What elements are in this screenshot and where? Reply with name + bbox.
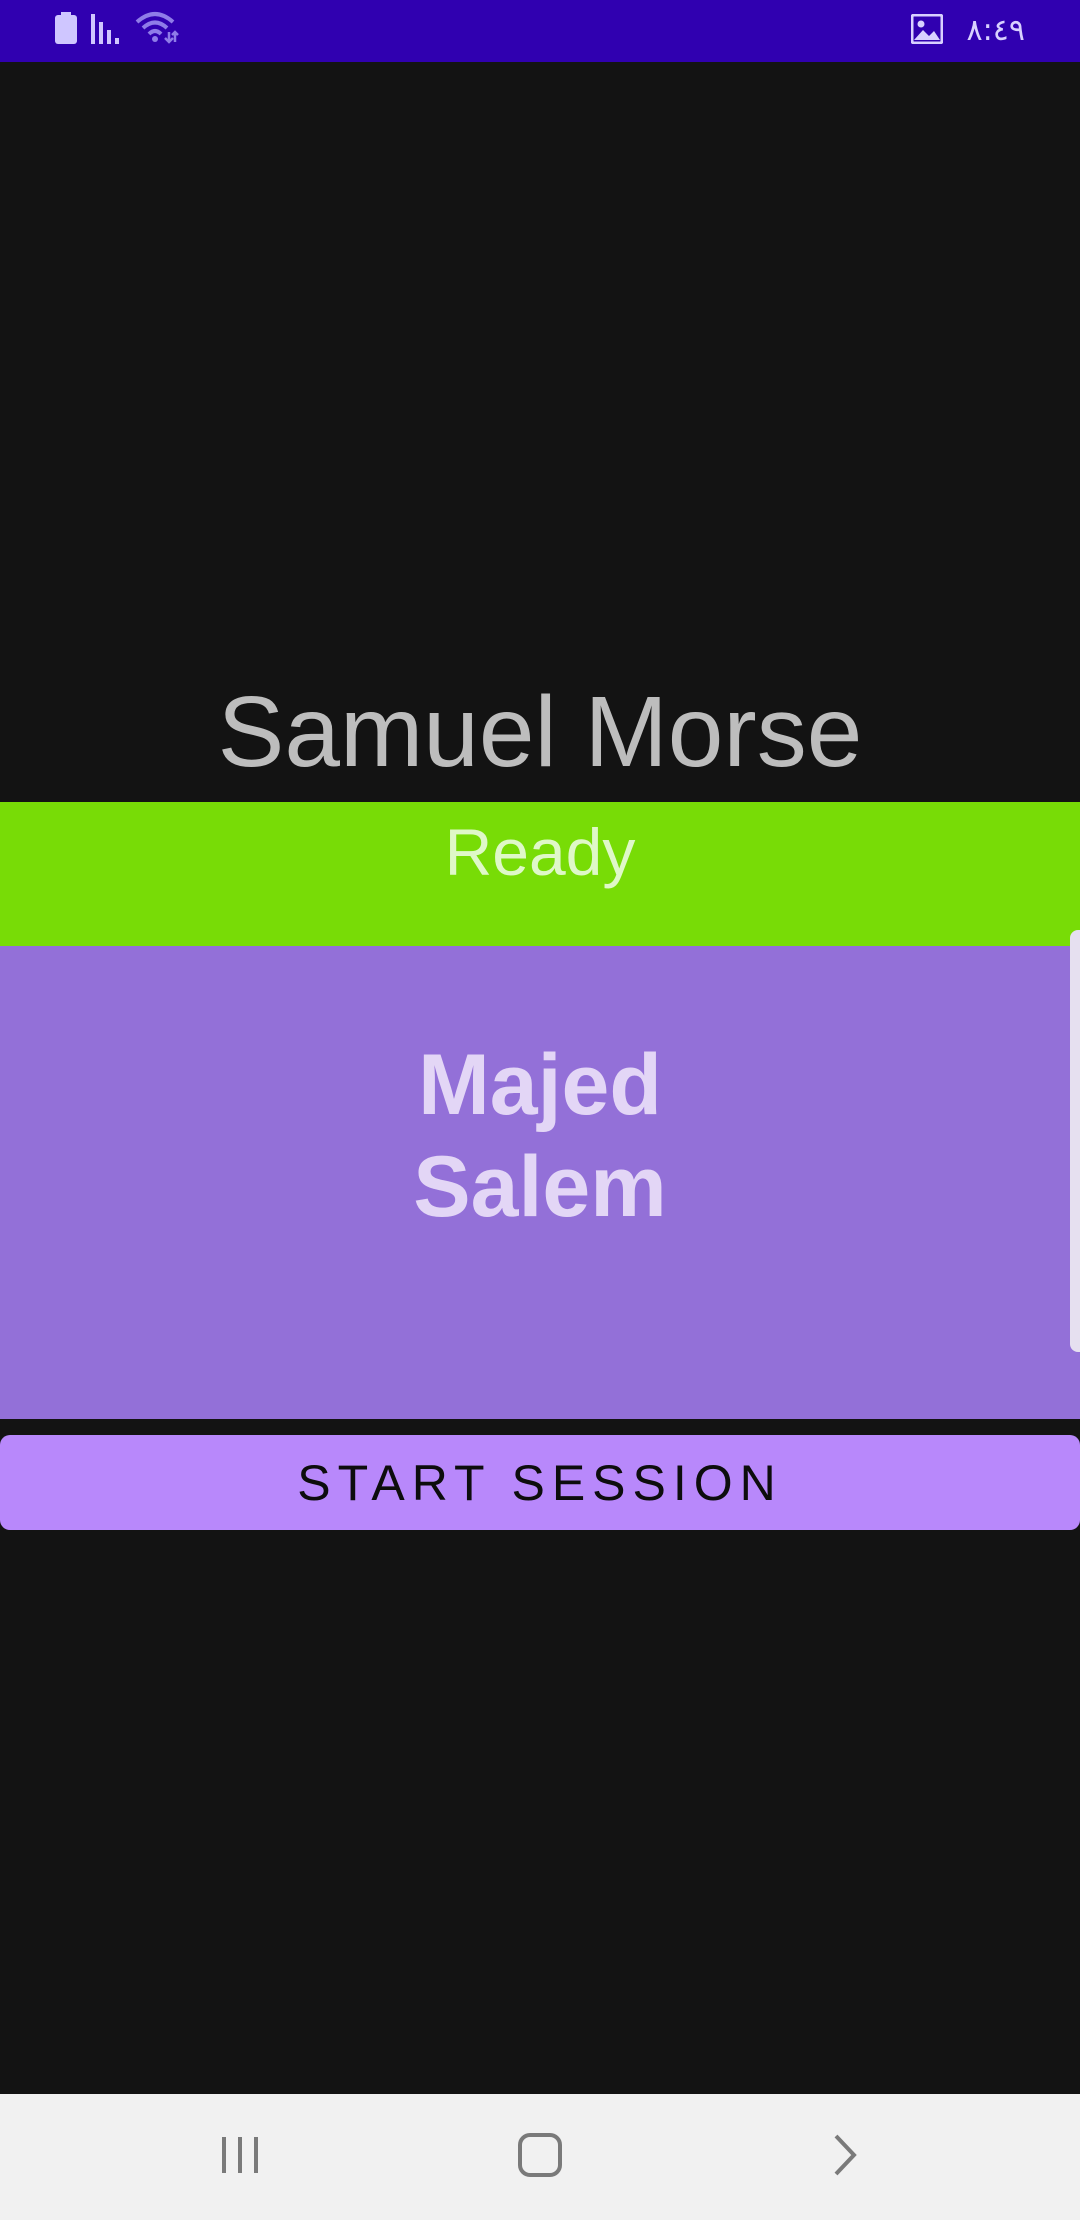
partner-panel[interactable]: Majed Salem [0, 946, 1080, 1419]
gallery-notification-icon [910, 13, 944, 48]
navigation-bar [0, 2094, 1080, 2220]
status-bar: ٨:٤٩ [0, 0, 1080, 62]
start-session-button[interactable]: START SESSION [0, 1435, 1080, 1530]
back-button[interactable] [755, 2094, 935, 2220]
status-banner: Ready [0, 802, 1080, 946]
wifi-icon [135, 10, 179, 48]
recent-apps-button[interactable] [150, 2094, 330, 2220]
home-button[interactable] [450, 2094, 630, 2220]
signal-icon [91, 12, 121, 48]
edge-panel-handle[interactable] [1070, 930, 1080, 1352]
partner-name: Majed Salem [413, 1037, 667, 1235]
app-title: Samuel Morse [217, 676, 863, 788]
battery-icon [55, 12, 77, 48]
back-icon [830, 2132, 860, 2182]
status-text: Ready [444, 815, 636, 889]
home-icon [517, 2132, 563, 2182]
status-icons-right: ٨:٤٩ [910, 10, 1025, 52]
status-icons-left [55, 12, 179, 48]
clock: ٨:٤٩ [966, 13, 1025, 48]
recent-apps-icon [218, 2135, 262, 2179]
